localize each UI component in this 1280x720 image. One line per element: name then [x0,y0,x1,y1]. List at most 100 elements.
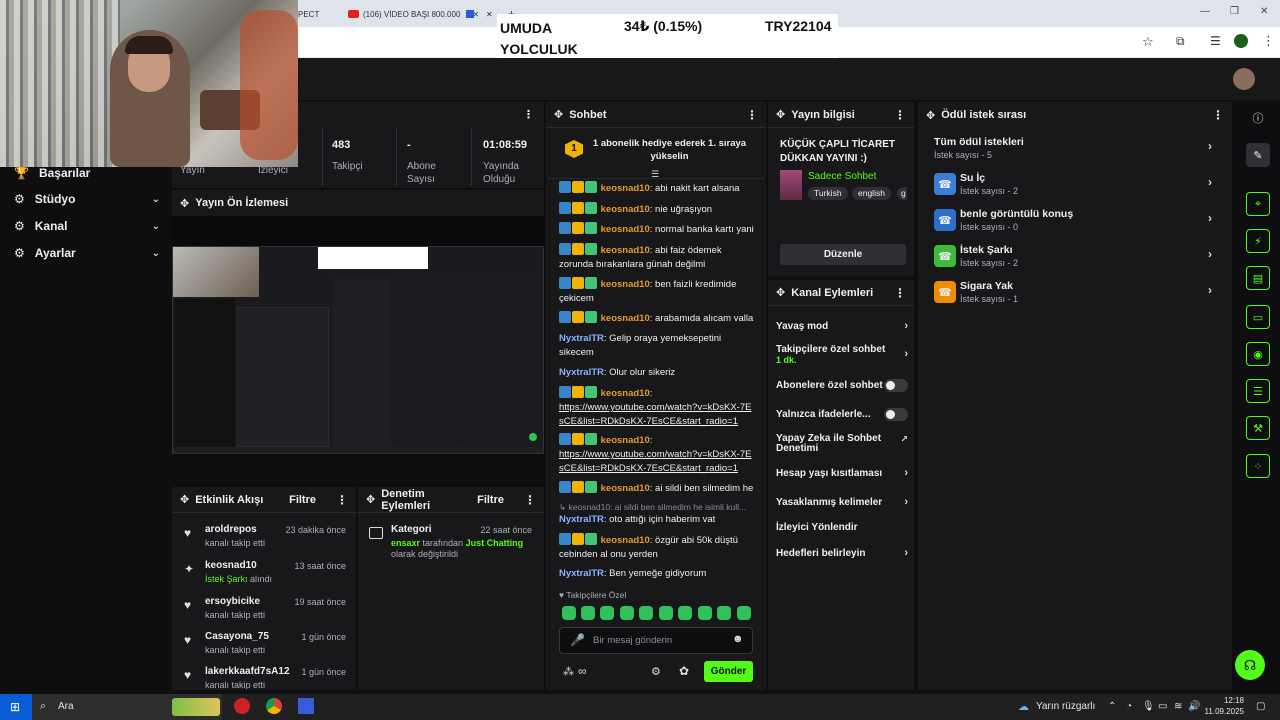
reward-title[interactable]: İstek Şarkı [960,244,1013,256]
menu-icon[interactable]: ⋮ [1262,33,1275,49]
info-icon[interactable]: ⓘ [1246,106,1270,130]
chrome-icon[interactable] [266,698,282,714]
action-slow-mode[interactable]: Yavaş mod › [776,320,908,332]
kebab-icon[interactable]: ⋮ [336,493,348,507]
emote-icon[interactable] [600,606,614,620]
avatar[interactable] [1233,68,1255,90]
chat-username[interactable]: keosnad10 [601,245,650,256]
chat-username[interactable]: keosnad10 [601,388,650,399]
toggle[interactable] [884,379,908,392]
nav-item-studio[interactable]: ⚙ Stüdyo ⌄ [14,192,160,206]
chevron-right-icon[interactable]: › [1208,283,1212,297]
chat-username[interactable]: keosnad10 [601,279,650,290]
nav-item-channel[interactable]: ⚙ Kanal ⌄ [14,219,160,233]
pinned-message[interactable]: 1 abonelik hediye ederek 1. sıraya yükse… [592,137,747,163]
action-banned-words[interactable]: Yasaklanmış kelimeler › [776,496,908,508]
filter-button[interactable]: Filtre [289,494,316,506]
chevron-up-icon[interactable]: ⌃ [1108,701,1116,712]
chat-username[interactable]: NyxtralTR [559,367,604,378]
chevron-right-icon[interactable]: › [1208,247,1212,261]
apps-icon[interactable]: ⁘ [1246,454,1270,478]
emote-icon[interactable] [620,606,634,620]
mod-category[interactable]: Just Chatting [466,538,524,548]
kebab-icon[interactable]: ⋮ [1212,108,1224,122]
wifi-icon[interactable]: ≋ [1174,701,1182,712]
emote-icon[interactable] [737,606,751,620]
kebab-icon[interactable]: ⋮ [524,493,536,507]
chat-link[interactable]: https://www.youtube.com/watch?v=kDsKX-7E… [559,402,751,427]
chat-username[interactable]: keosnad10 [601,313,650,324]
filter-button[interactable]: Filtre [477,494,504,506]
network-icon[interactable]: ▭ [1158,701,1167,712]
reward-title[interactable]: Sigara Yak [960,280,1013,292]
bolt-icon[interactable]: ⚡ [1246,229,1270,253]
chat-username[interactable]: keosnad10 [601,224,650,235]
clock-date[interactable]: 11.09.2025 [1198,707,1244,716]
chat-link[interactable]: https://www.youtube.com/watch?v=kDsKX-7E… [559,449,751,474]
chat-username[interactable]: keosnad10 [601,183,650,194]
kebab-icon[interactable]: ⋮ [746,108,758,122]
extensions-icon[interactable]: ⧉ [1176,34,1185,49]
tray-icon[interactable]: ◔ [1126,701,1132,712]
stream-category[interactable]: Sadece Sohbet [808,171,876,182]
emote-icon[interactable] [562,606,576,620]
chevron-right-icon[interactable]: › [1208,175,1212,189]
card-icon[interactable]: ▤ [1246,266,1270,290]
gift-icon[interactable]: ✿ [679,664,689,678]
app-icon[interactable] [298,698,314,714]
nav-item-settings[interactable]: ⚙ Ayarlar ⌄ [14,246,160,260]
reward-title[interactable]: Su İç [960,172,985,184]
maximize-icon[interactable]: ❐ [1230,6,1239,17]
reward-title[interactable]: benle görüntülü konuş [960,208,1073,220]
support-icon[interactable]: ☊ [1235,650,1265,680]
weather-text[interactable]: Yarın rüzgarlı [1036,701,1095,712]
activity-user[interactable]: keosnad10 [205,560,257,571]
wrench-icon[interactable]: ⚒ [1246,416,1270,440]
media-icon[interactable]: ☰ [1210,34,1221,48]
action-account-age[interactable]: Hesap yaşı kısıtlaması › [776,467,908,479]
chat-username[interactable]: NyxtralTR [559,514,604,525]
stream-preview[interactable] [172,246,544,454]
notifications-icon[interactable]: ▢ [1256,701,1265,712]
chat-username[interactable]: NyxtralTR [559,333,604,344]
list-icon[interactable]: ☰ [1246,379,1270,403]
mic-icon[interactable]: 🎙 [1142,701,1155,712]
emote-icon[interactable] [698,606,712,620]
emote-icon[interactable] [639,606,653,620]
action-emote-only[interactable]: Yalnızca ifadelerle... [776,408,908,421]
action-raid[interactable]: İzleyici Yönlendir [776,522,908,533]
chat-username[interactable]: keosnad10 [601,483,650,494]
browser-tab-youtube[interactable]: (106) VİDEO BAŞI 800.000 ✕ [348,4,479,24]
action-goals[interactable]: Hedefleri belirleyin › [776,547,908,559]
browser-tab-doc[interactable]: ✕ [466,4,493,24]
minimize-icon[interactable]: — [1200,6,1210,17]
chevron-right-icon[interactable]: › [1208,211,1212,225]
chat-username[interactable]: NyxtralTR [559,568,604,579]
emote-icon[interactable] [717,606,731,620]
kebab-icon[interactable]: ⋮ [523,108,534,121]
chat-username[interactable]: keosnad10 [601,535,650,546]
toggle[interactable] [884,408,908,421]
chat-icon[interactable]: ▭ [1246,305,1270,329]
clock-time[interactable]: 12:18 [1206,696,1244,705]
app-icon[interactable] [234,698,250,714]
emoji-icon[interactable]: ☻ [732,633,744,645]
browser-tab[interactable]: PECT [298,4,319,24]
emote-icon[interactable] [678,606,692,620]
close-icon[interactable]: ✕ [486,10,493,19]
emote-icon[interactable] [659,606,673,620]
action-subs-only[interactable]: Abonelere özel sohbet [776,379,908,392]
kebab-icon[interactable]: ⋮ [894,286,906,300]
star-icon[interactable]: ☆ [1142,34,1154,50]
chat-username[interactable]: keosnad10 [601,204,650,215]
microphone-icon[interactable]: 🎤 [570,633,585,647]
all-rewards-title[interactable]: Tüm ödül istekleri [934,136,1024,148]
mod-user[interactable]: ensaxr [391,538,420,548]
kebab-icon[interactable]: ⋮ [894,108,906,122]
activity-user[interactable]: aroldrepos [205,524,257,535]
action-followers-only[interactable]: Takipçilere özel sohbet 1 dk. › [776,344,908,366]
chevron-right-icon[interactable]: › [1208,139,1212,153]
send-button[interactable]: Gönder [704,661,753,682]
pencil-icon[interactable]: ✎ [1246,143,1270,167]
edit-button[interactable]: Düzenle [780,244,906,265]
